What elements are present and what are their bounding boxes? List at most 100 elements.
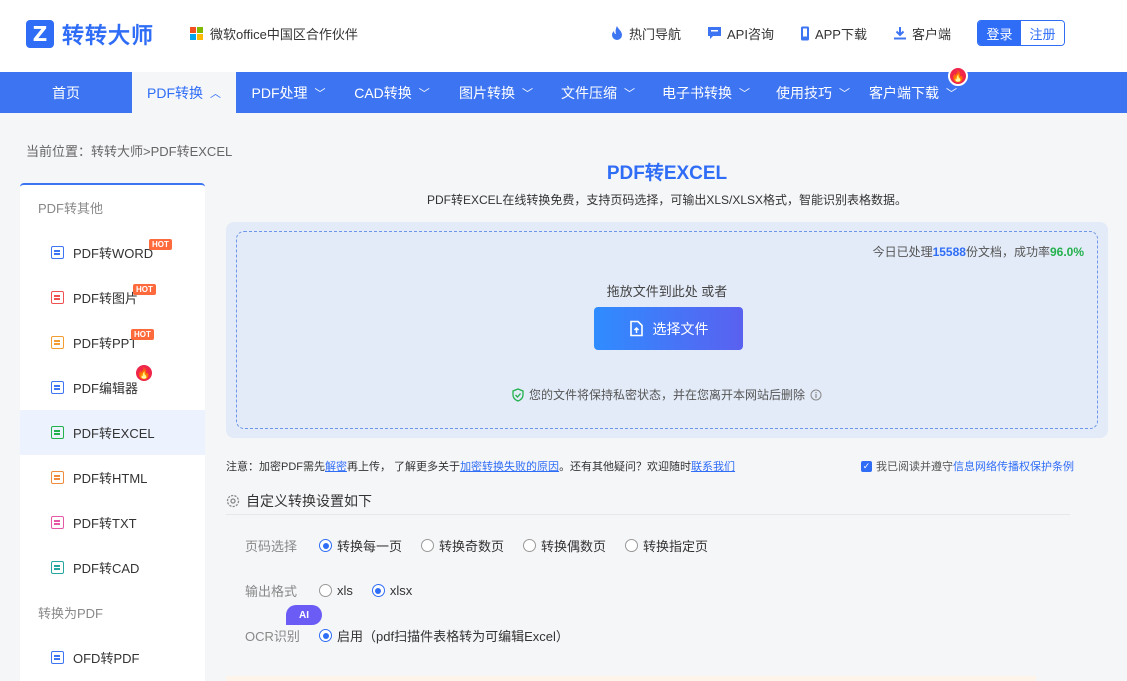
select-file-button[interactable]: 选择文件 [594, 307, 743, 350]
login-button[interactable]: 登录 [978, 21, 1021, 45]
notice-part-3: 。还有其他疑问？欢迎随时 [559, 461, 692, 473]
app-download-link[interactable]: APP下载 [800, 24, 867, 43]
nav-home[interactable]: 首页 [0, 72, 132, 113]
nav-image[interactable]: 图片转换 ﹀ [443, 72, 549, 113]
drop-zone[interactable]: 今日已处理15588份文档，成功率96.0% 拖放文件到此处 或者 选择文件 您… [236, 231, 1098, 429]
radio-even-pages[interactable]: 转换偶数页 [523, 536, 606, 555]
page-selection-label: 页码选择 [245, 539, 298, 554]
chevron-down-icon: ﹀ [314, 87, 326, 100]
nav-ebook-label: 电子书转换 [662, 84, 732, 101]
fire-badge-icon: 🔥 [948, 66, 968, 86]
phone-icon [800, 26, 809, 40]
nav-compress-label: 文件压缩 [561, 84, 617, 101]
ppt-file-icon [51, 336, 64, 349]
radio-label: 转换奇数页 [439, 539, 505, 554]
decrypt-link[interactable]: 解密 [325, 461, 347, 473]
sidebar-item-pdf-word[interactable]: PDF转WORD HOT [20, 230, 205, 275]
client-link[interactable]: 客户端 [893, 24, 951, 43]
sidebar-item-label: OFD转PDF [73, 651, 140, 666]
radio-xlsx[interactable]: xlsx [371, 583, 412, 598]
radio-all-pages[interactable]: 转换每一页 [319, 536, 402, 555]
settings-divider [226, 514, 1070, 515]
sidebar: PDF转其他 PDF转WORD HOT PDF转图片 HOT PDF转PPT H… [20, 183, 205, 681]
sidebar-item-pdf-cad[interactable]: PDF转CAD [20, 545, 205, 590]
upload-area[interactable]: 今日已处理15588份文档，成功率96.0% 拖放文件到此处 或者 选择文件 您… [226, 222, 1108, 438]
contact-link[interactable]: 联系我们 [691, 461, 735, 473]
ocr-row: OCR识别 启用（pdf扫描件表格转为可编辑Excel） [245, 626, 588, 645]
register-button[interactable]: 注册 [1021, 21, 1064, 45]
fire-badge-icon: 🔥 [134, 363, 154, 383]
html-file-icon [51, 471, 64, 484]
stats-count: 15588 [932, 245, 966, 259]
nav-tips-label: 使用技巧 [776, 84, 832, 101]
settings-title: 自定义转换设置如下 [226, 491, 372, 511]
cad-file-icon [51, 561, 64, 574]
nav-compress[interactable]: 文件压缩 ﹀ [549, 72, 647, 113]
output-format-label: 输出格式 [245, 584, 298, 599]
stats-rate: 96.0% [1049, 245, 1084, 259]
agreement-checkbox[interactable]: ✓ [861, 460, 872, 472]
output-format-row: 输出格式 xls xlsx [245, 581, 431, 600]
nav-pdf-process[interactable]: PDF处理 ﹀ [236, 72, 341, 113]
notice-part-1: 注意：加密PDF需先 [226, 461, 325, 473]
nav-client-download-label: 客户端下载 [869, 84, 939, 101]
processing-stats: 今日已处理15588份文档，成功率96.0% [873, 243, 1084, 260]
stats-prefix: 今日已处理 [872, 245, 933, 259]
nav-ebook[interactable]: 电子书转换 ﹀ [647, 72, 765, 113]
sidebar-item-ofd-pdf[interactable]: OFD转PDF [20, 635, 205, 680]
nav-client-download[interactable]: 客户端下载 ﹀ 🔥 [861, 66, 968, 113]
settings-title-text: 自定义转换设置如下 [246, 493, 372, 509]
nav-cad-label: CAD转换 [354, 84, 412, 101]
fire-icon [611, 26, 622, 40]
nav-tips[interactable]: 使用技巧 ﹀ [765, 72, 861, 113]
sidebar-item-label: PDF编辑器 [73, 381, 139, 396]
radio-label: xls [337, 583, 353, 598]
info-icon[interactable] [810, 389, 822, 401]
sidebar-item-pdf-excel[interactable]: PDF转EXCEL [20, 410, 205, 455]
radio-specified-pages[interactable]: 转换指定页 [625, 536, 708, 555]
api-link[interactable]: API咨询 [707, 24, 774, 43]
sidebar-item-pdf-image[interactable]: PDF转图片 HOT [20, 275, 205, 320]
radio-xls[interactable]: xls [319, 583, 353, 598]
radio-label: 启用（pdf扫描件表格转为可编辑Excel） [337, 629, 569, 644]
api-label: API咨询 [727, 26, 774, 42]
page-description: PDF转EXCEL在线转换免费，支持页码选择，可输出XLS/XLSX格式，智能识… [426, 193, 908, 207]
nav-pdf-convert[interactable]: PDF转换 ︿ [132, 72, 236, 113]
sidebar-item-pdf-ppt[interactable]: PDF转PPT HOT [20, 320, 205, 365]
shield-check-icon [512, 387, 524, 402]
sidebar-item-label: PDF转WORD [73, 246, 154, 261]
encrypt-failure-link[interactable]: 加密转换失败的原因 [460, 461, 559, 473]
auth-group: 登录 注册 [977, 20, 1065, 46]
sidebar-item-pdf-html[interactable]: PDF转HTML [20, 455, 205, 500]
radio-dot [319, 584, 332, 597]
sidebar-item-pdf-txt[interactable]: PDF转TXT [20, 500, 205, 545]
hot-nav-link[interactable]: 热门导航 [610, 24, 681, 43]
excel-file-icon [51, 426, 64, 439]
agreement-link[interactable]: 信息网络传播权保护条例 [953, 458, 1074, 474]
sidebar-item-label: PDF转图片 [73, 291, 139, 306]
radio-dot [421, 539, 435, 552]
page-title: PDF转EXCEL [606, 163, 728, 184]
stats-mid: 份文档，成功率 [965, 245, 1050, 259]
page-selection-row: 页码选择 转换每一页 转换奇数页 转换偶数页 转换指定页 [245, 536, 727, 555]
site-logo[interactable]: Z 转转大师 [26, 18, 154, 50]
microsoft-icon [190, 26, 204, 41]
radio-dot [319, 539, 332, 552]
radio-dot [371, 584, 385, 597]
sidebar-item-label: PDF转TXT [73, 516, 137, 531]
sidebar-item-label: PDF转HTML [73, 471, 148, 486]
sidebar-item-pdf-editor[interactable]: PDF编辑器 🔥 [20, 363, 205, 410]
chat-icon [708, 27, 721, 39]
radio-label: 转换指定页 [643, 539, 709, 554]
radio-odd-pages[interactable]: 转换奇数页 [421, 536, 504, 555]
radio-ocr-enable[interactable]: 启用（pdf扫描件表格转为可编辑Excel） [319, 626, 569, 645]
agreement-text: 我已阅读并遵守 [876, 461, 953, 473]
agreement[interactable]: ✓ 我已阅读并遵守 信息网络传播权保护条例 [861, 458, 1074, 474]
nav-home-label: 首页 [52, 84, 80, 101]
hot-nav-label: 热门导航 [628, 26, 681, 42]
nav-cad[interactable]: CAD转换 ﹀ [341, 72, 443, 113]
chevron-up-icon: ︿ [210, 87, 221, 100]
chevron-down-icon: ﹀ [522, 87, 533, 100]
ai-badge: AI [286, 605, 322, 625]
nav-image-label: 图片转换 [459, 84, 515, 101]
